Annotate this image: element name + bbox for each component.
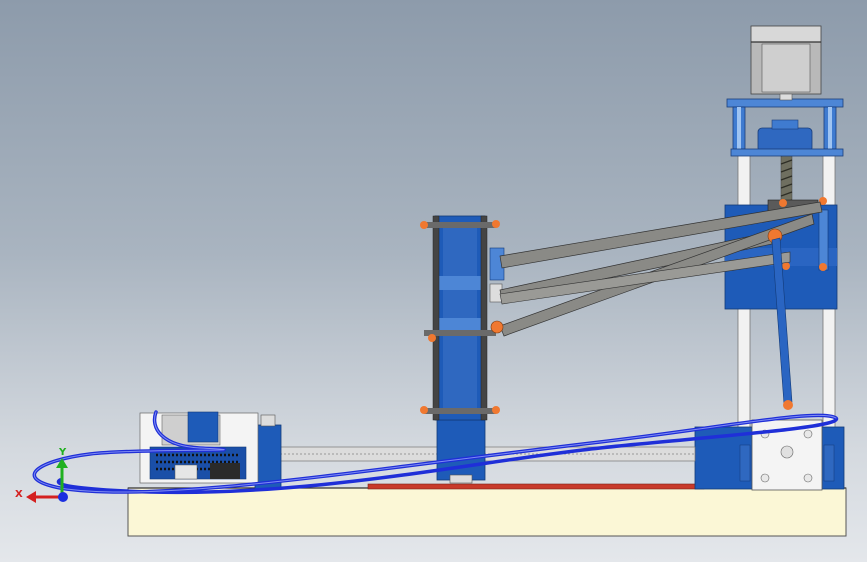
y-axis-label: Y [58,447,67,458]
cad-viewport[interactable]: X Y [0,0,867,562]
horizontal-guide-rod[interactable] [279,446,696,462]
motor-mount[interactable] [726,98,844,157]
xyz-axes-icon: X Y [15,447,68,503]
slider-carriage[interactable] [436,419,486,484]
x-axis-label: X [15,489,23,500]
end-effector-plate[interactable] [420,215,505,421]
red-strip [367,483,705,490]
z-axis-dot [58,492,68,502]
model-scene[interactable]: X Y [0,0,867,562]
stepper-motor-icon[interactable] [750,25,822,101]
base-plate[interactable] [127,487,847,537]
left-rod-bracket[interactable] [254,414,282,490]
